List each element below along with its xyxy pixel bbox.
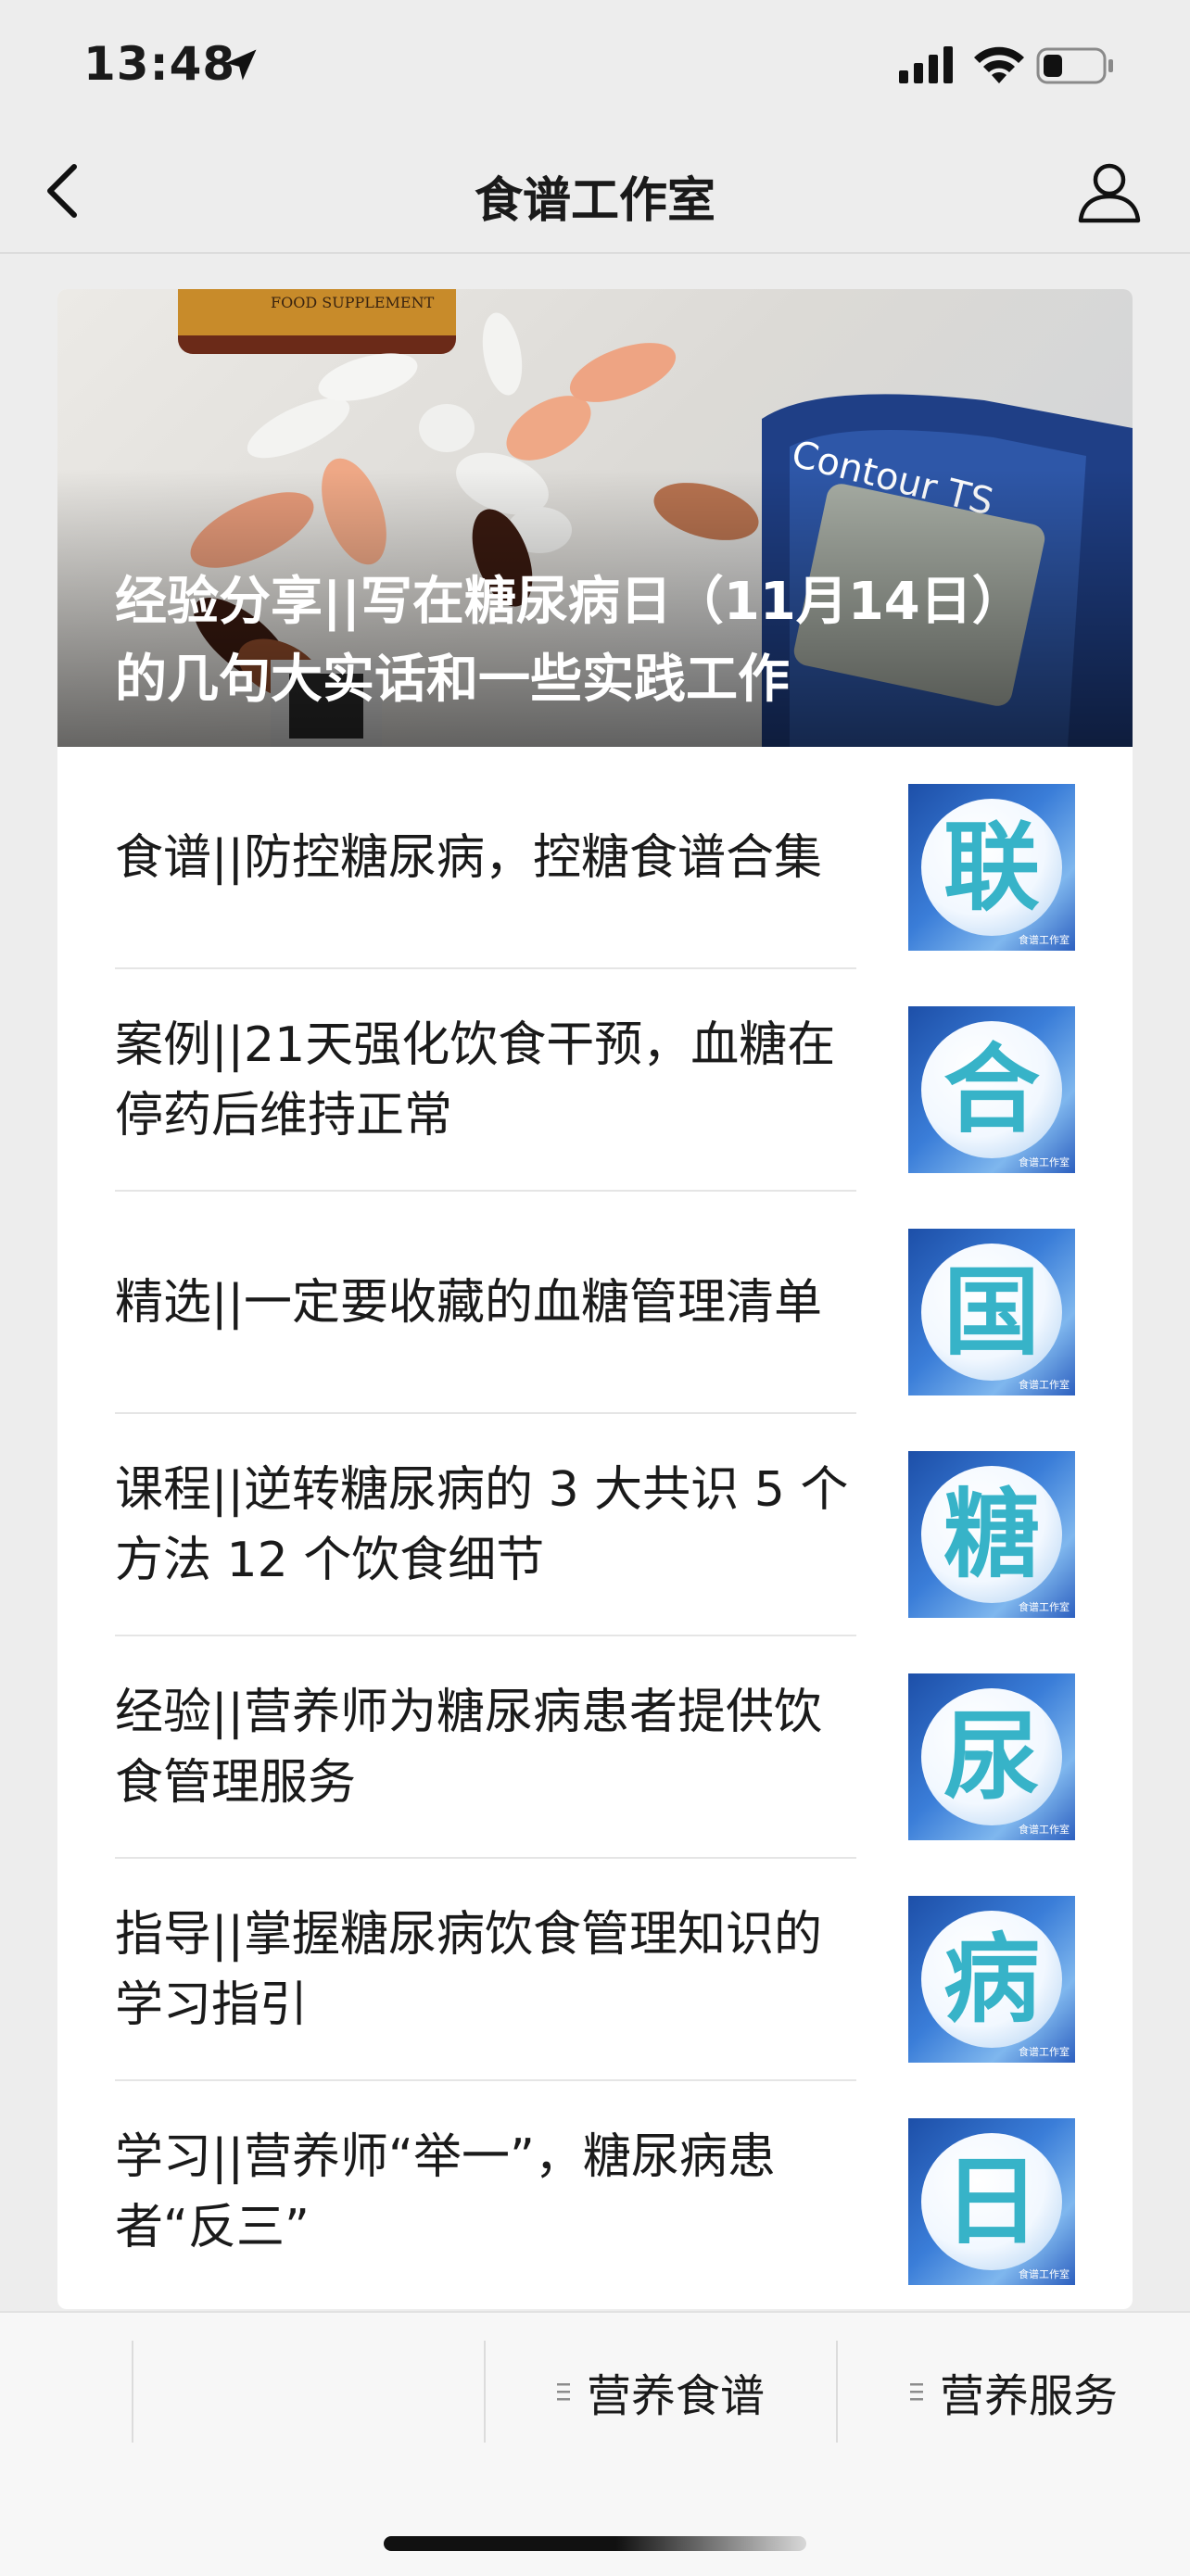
article-thumbnail[interactable]: 日 食谱工作室: [908, 2118, 1075, 2285]
thumbnail-watermark: 食谱工作室: [1019, 2046, 1070, 2058]
thumbnail-watermark: 食谱工作室: [1019, 1156, 1070, 1168]
article-thumbnail[interactable]: 糖 食谱工作室: [908, 1451, 1075, 1618]
thumbnail-watermark: 食谱工作室: [1019, 1601, 1070, 1613]
featured-article-title[interactable]: 经验分享||写在糖尿病日（11月14日）的几句大实话和一些实践工作: [115, 563, 1058, 719]
article-thumbnail[interactable]: 合 食谱工作室: [908, 1006, 1075, 1173]
article-title[interactable]: 指导||掌握糖尿病饮食管理知识的学习指引: [115, 1859, 856, 2081]
article-item[interactable]: 案例||21天强化饮食干预，血糖在停药后维持正常 合 食谱工作室: [57, 969, 1133, 1192]
thumbnail-char: 联: [943, 811, 1040, 924]
article-thumbnail[interactable]: 国 食谱工作室: [908, 1229, 1075, 1395]
menu-lines-icon: [909, 2383, 923, 2401]
menu-label: 营养食谱: [586, 2370, 765, 2422]
article-card: FOOD SUPPLEMENT Contour TS 经验分享||: [57, 289, 1133, 2309]
thumbnail-char: 国: [943, 1256, 1040, 1369]
page-title: 食谱工作室: [474, 173, 715, 229]
thumbnail-watermark: 食谱工作室: [1019, 2268, 1070, 2280]
menu-nutrition-recipes[interactable]: 营养食谱: [486, 2341, 836, 2443]
thumbnail-watermark: 食谱工作室: [1019, 934, 1070, 946]
home-indicator[interactable]: [384, 2536, 806, 2551]
article-thumbnail[interactable]: 联 食谱工作室: [908, 784, 1075, 951]
article-list: 食谱||防控糖尿病，控糖食谱合集 联 食谱工作室 案例||21天强化饮食干预，血…: [57, 747, 1133, 2304]
location-arrow-icon: [225, 49, 257, 81]
article-title[interactable]: 食谱||防控糖尿病，控糖食谱合集: [115, 747, 856, 969]
thumbnail-watermark: 食谱工作室: [1019, 1824, 1070, 1836]
menu-label: 营养服务: [939, 2370, 1118, 2422]
menu-nutrition-services[interactable]: 营养服务: [838, 2341, 1190, 2443]
profile-icon[interactable]: [1075, 158, 1144, 226]
thumbnail-watermark: 食谱工作室: [1019, 1379, 1070, 1391]
menu-separator: [132, 2341, 133, 2443]
thumbnail-char: 合: [943, 1033, 1040, 1146]
article-item[interactable]: 指导||掌握糖尿病饮食管理知识的学习指引 病 食谱工作室: [57, 1859, 1133, 2081]
article-title[interactable]: 课程||逆转糖尿病的 3 大共识 5 个方法 12 个饮食细节: [115, 1414, 856, 1636]
wifi-icon: [974, 46, 1024, 83]
article-thumbnail[interactable]: 病 食谱工作室: [908, 1896, 1075, 2063]
article-title[interactable]: 精选||一定要收藏的血糖管理清单: [115, 1192, 856, 1414]
thumbnail-char: 糖: [943, 1478, 1040, 1591]
battery-icon: [1036, 47, 1113, 84]
bottle-label-text: FOOD SUPPLEMENT: [271, 294, 435, 311]
thumbnail-char: 尿: [943, 1700, 1040, 1813]
article-title[interactable]: 案例||21天强化饮食干预，血糖在停药后维持正常: [115, 969, 856, 1192]
status-time: 13:48: [83, 37, 236, 91]
menu-lines-icon: [556, 2383, 570, 2401]
status-bar: 13:48: [0, 0, 1190, 130]
article-item[interactable]: 经验||营养师为糖尿病患者提供饮食管理服务 尿 食谱工作室: [57, 1636, 1133, 1859]
nav-bar: 食谱工作室: [0, 130, 1190, 254]
thumbnail-char: 日: [943, 2145, 1040, 2258]
article-item[interactable]: 课程||逆转糖尿病的 3 大共识 5 个方法 12 个饮食细节 糖 食谱工作室: [57, 1414, 1133, 1636]
cellular-signal-icon: [899, 46, 953, 83]
article-title[interactable]: 经验||营养师为糖尿病患者提供饮食管理服务: [115, 1636, 856, 1859]
article-item[interactable]: 食谱||防控糖尿病，控糖食谱合集 联 食谱工作室: [57, 747, 1133, 969]
article-item[interactable]: 学习||营养师“举一”，糖尿病患者“反三” 日 食谱工作室: [57, 2081, 1133, 2304]
article-thumbnail[interactable]: 尿 食谱工作室: [908, 1673, 1075, 1840]
article-item[interactable]: 精选||一定要收藏的血糖管理清单 国 食谱工作室: [57, 1192, 1133, 1414]
featured-article[interactable]: FOOD SUPPLEMENT Contour TS 经验分享||: [57, 289, 1133, 747]
article-title[interactable]: 学习||营养师“举一”，糖尿病患者“反三”: [115, 2081, 856, 2304]
thumbnail-char: 病: [943, 1923, 1040, 2036]
